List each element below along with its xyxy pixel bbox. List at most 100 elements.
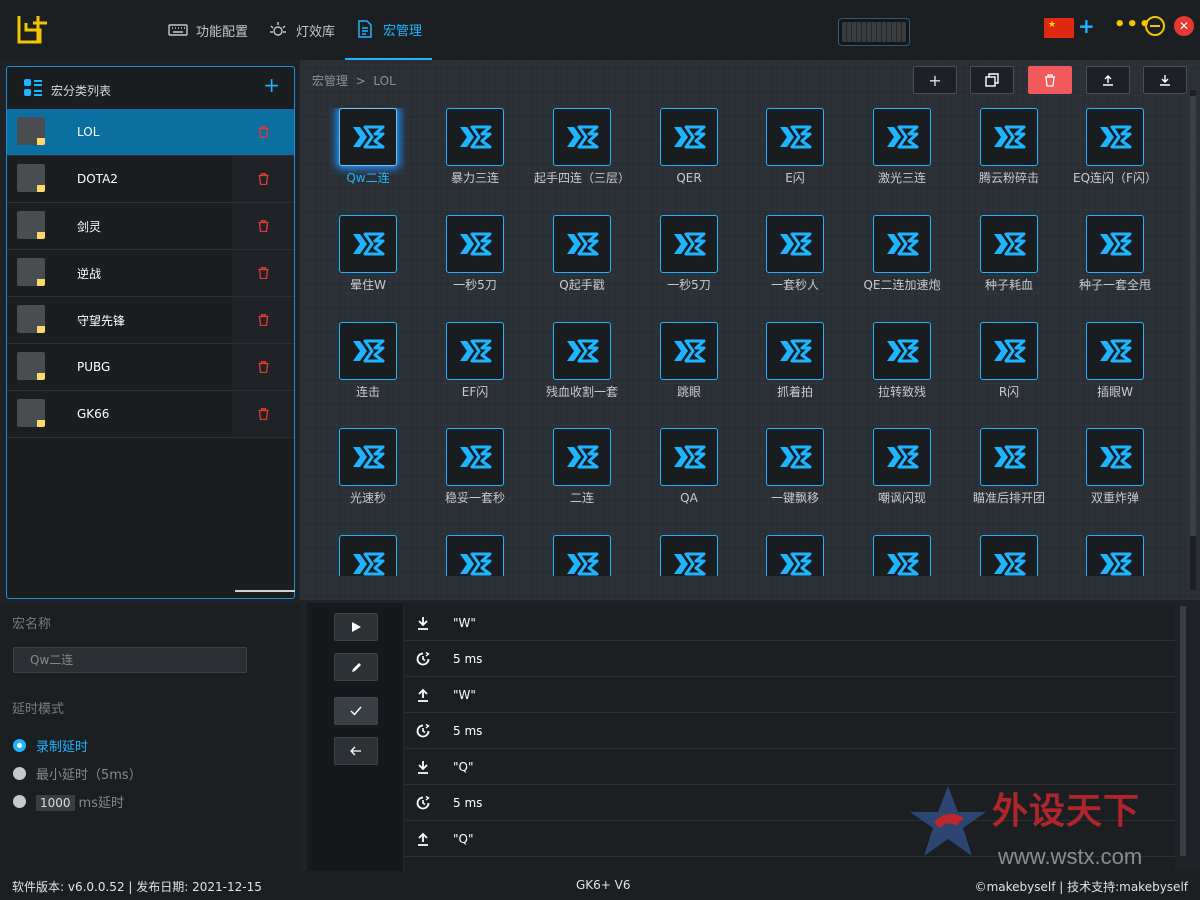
macro-tile[interactable]: 激光三连 [852, 108, 952, 184]
category-item[interactable]: 逆战 [7, 250, 294, 297]
macro-tile[interactable]: 一套秒人 [745, 215, 845, 291]
macro-tile[interactable]: E闪 [745, 108, 845, 184]
language-flag-icon[interactable]: ★ [1044, 18, 1074, 38]
confirm-button[interactable] [334, 697, 378, 725]
macro-tile[interactable]: Q起手戳 [532, 215, 632, 291]
nav-function-config[interactable]: 功能配置 [158, 0, 258, 60]
macro-tile[interactable]: 腾云粉碎击 [959, 108, 1059, 184]
macro-step-row[interactable]: 5 ms [405, 785, 1175, 821]
macro-name-input[interactable]: Qw二连 [13, 647, 247, 673]
macro-tile[interactable]: 双重炸弹 [1065, 428, 1165, 504]
step-value: "W" [453, 615, 476, 630]
delete-macro-button[interactable] [1028, 66, 1072, 94]
macro-step-row[interactable]: "W" [405, 677, 1175, 713]
macro-tile[interactable] [425, 535, 525, 576]
macro-step-row[interactable]: "Q" [405, 749, 1175, 785]
macro-tile[interactable]: 二连 [532, 428, 632, 504]
macro-tile[interactable] [532, 535, 632, 576]
macro-tile[interactable]: 跳眼 [639, 322, 739, 398]
macro-tile[interactable]: 一键飘移 [745, 428, 845, 504]
category-item[interactable]: PUBG [7, 344, 294, 391]
copy-macro-button[interactable] [970, 66, 1014, 94]
delete-category-button[interactable] [232, 344, 294, 390]
macro-icon [873, 322, 931, 380]
macro-tile[interactable]: 插眼W [1065, 322, 1165, 398]
macro-tile[interactable]: 抓着拍 [745, 322, 845, 398]
macro-tile[interactable]: 瞄准后排开团 [959, 428, 1059, 504]
add-device-button[interactable]: + [1078, 14, 1095, 38]
macro-tile[interactable]: QA [639, 428, 739, 504]
macro-tile[interactable]: 光速秒 [318, 428, 418, 504]
macro-tile[interactable] [959, 535, 1059, 576]
macro-step-row[interactable]: "Q" [405, 821, 1175, 857]
custom-ms-input[interactable]: 1000 [36, 795, 75, 811]
close-button[interactable]: ✕ [1174, 16, 1194, 36]
macro-icon [766, 215, 824, 273]
delete-category-button[interactable] [232, 156, 294, 202]
macro-tile[interactable]: 一秒5刀 [425, 215, 525, 291]
macro-tile[interactable]: EF闪 [425, 322, 525, 398]
nav-lighting-library[interactable]: 灯效库 [258, 0, 345, 60]
delete-category-button[interactable] [232, 297, 294, 343]
macro-tile[interactable]: 残血收割一套 [532, 322, 632, 398]
macro-tile[interactable]: Qw二连 [318, 108, 418, 184]
scrollbar[interactable] [235, 590, 295, 592]
back-button[interactable] [334, 737, 378, 765]
macro-tile[interactable]: 种子一套全甩 [1065, 215, 1165, 291]
macro-step-row[interactable]: 5 ms [405, 713, 1175, 749]
step-value: 5 ms [453, 723, 483, 738]
macro-tile[interactable] [318, 535, 418, 576]
macro-icon [446, 428, 504, 486]
steps-scrollbar[interactable] [1180, 606, 1186, 856]
add-category-button[interactable]: + [263, 73, 280, 97]
radio-record-delay[interactable]: 录制延时 [13, 736, 88, 755]
category-item[interactable]: 守望先锋 [7, 297, 294, 344]
macro-tile[interactable]: 一秒5刀 [639, 215, 739, 291]
keyboard-icon [168, 24, 188, 36]
macro-tile[interactable]: 稳妥一套秒 [425, 428, 525, 504]
device-keyboard-image[interactable] [838, 18, 910, 46]
macro-tile[interactable]: 嘲讽闪现 [852, 428, 952, 504]
add-macro-button[interactable]: + [913, 66, 957, 94]
nav-label: 功能配置 [196, 24, 249, 40]
play-button[interactable] [334, 613, 378, 641]
delete-category-button[interactable] [232, 109, 294, 155]
macro-label: 瞄准后排开团 [972, 491, 1045, 505]
radio-min-delay[interactable]: 最小延时（5ms） [13, 764, 142, 783]
delete-category-button[interactable] [232, 203, 294, 249]
category-item[interactable]: GK66 [7, 391, 294, 438]
macro-tile[interactable]: 拉转致残 [852, 322, 952, 398]
macro-tile[interactable]: EQ连闪（F闪） [1065, 108, 1165, 184]
radio-custom-delay[interactable]: 1000 ms延时 [13, 792, 124, 811]
minimize-button[interactable] [1145, 16, 1165, 36]
import-macro-button[interactable] [1086, 66, 1130, 94]
macro-tile[interactable]: 种子耗血 [959, 215, 1059, 291]
grid-scrollbar[interactable] [1190, 90, 1196, 590]
macro-tile[interactable]: QER [639, 108, 739, 184]
category-item[interactable]: LOL [7, 109, 294, 156]
delete-category-button[interactable] [232, 391, 294, 437]
macro-tile[interactable]: 晕住W [318, 215, 418, 291]
macro-tile[interactable]: 连击 [318, 322, 418, 398]
macro-tile[interactable]: 暴力三连 [425, 108, 525, 184]
category-label: PUBG [77, 360, 111, 374]
macro-tile[interactable] [852, 535, 952, 576]
export-macro-button[interactable] [1143, 66, 1187, 94]
macro-label: 插眼W [1097, 385, 1133, 399]
edit-button[interactable] [334, 653, 378, 681]
breadcrumb-root[interactable]: 宏管理 [312, 74, 348, 88]
macro-step-row[interactable]: "W" [405, 605, 1175, 641]
macro-tile[interactable]: 起手四连（三层） [532, 108, 632, 184]
macro-tile[interactable]: QE二连加速炮 [852, 215, 952, 291]
macro-step-row[interactable]: 5 ms [405, 641, 1175, 677]
delete-category-button[interactable] [232, 250, 294, 296]
macro-tile[interactable] [745, 535, 845, 576]
macro-tile[interactable]: R闪 [959, 322, 1059, 398]
nav-macro-management[interactable]: 宏管理 [345, 0, 433, 60]
macro-tile[interactable] [639, 535, 739, 576]
macro-tile[interactable] [1065, 535, 1165, 576]
category-item[interactable]: 剑灵 [7, 203, 294, 250]
category-item[interactable]: DOTA2 [7, 156, 294, 203]
macro-settings: 宏名称 Qw二连 延时模式 录制延时 最小延时（5ms） 1000 ms延时 [0, 603, 300, 871]
macro-icon [873, 428, 931, 486]
